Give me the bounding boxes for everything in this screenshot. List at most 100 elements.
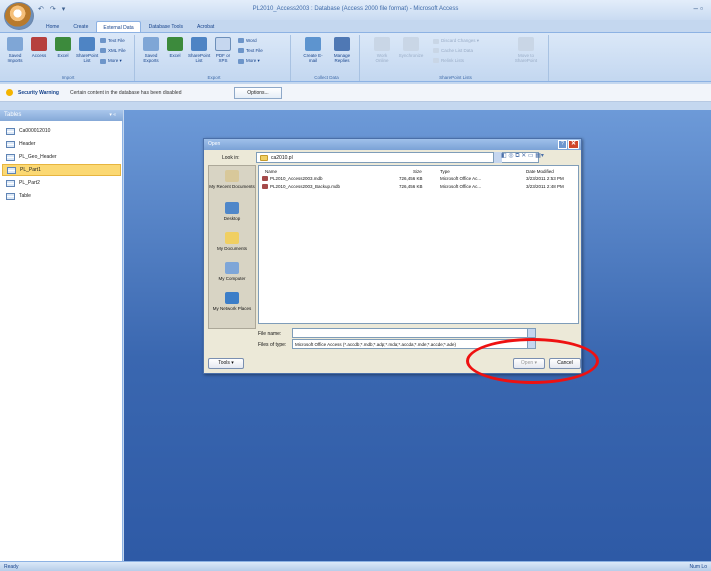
dialog-title-bar[interactable]: Open ? ✕ bbox=[204, 139, 581, 150]
security-warning-bar: Security Warning Certain content in the … bbox=[0, 84, 711, 102]
dialog-title: Open bbox=[208, 141, 221, 147]
ribbon: Saved Imports Access Excel SharePoint Li… bbox=[0, 32, 711, 82]
text-file-icon bbox=[238, 48, 244, 53]
file-row[interactable]: PL2010_Access2003.mdb 726,456 KB Microso… bbox=[259, 176, 577, 183]
saved-imports-button[interactable]: Saved Imports bbox=[4, 37, 26, 63]
relink-icon bbox=[433, 58, 439, 63]
nav-item-ca000012010[interactable]: Ca000012010 bbox=[2, 125, 121, 137]
cache-list-data-button[interactable]: Cache List Data bbox=[433, 48, 473, 53]
discard-changes-button[interactable]: Discard Changes ▾ bbox=[433, 38, 479, 44]
email-icon bbox=[305, 37, 321, 51]
place-my-network-places[interactable]: My Network Places bbox=[209, 292, 255, 311]
column-header-type[interactable]: Type bbox=[440, 169, 450, 174]
nav-pane-title: Tables bbox=[4, 112, 22, 118]
nav-item-table[interactable]: Table bbox=[2, 190, 121, 202]
move-to-sharepoint-button[interactable]: Move to SharePoint bbox=[509, 37, 543, 63]
help-icon[interactable]: ? bbox=[558, 140, 567, 149]
column-header-date-modified[interactable]: Date Modified bbox=[526, 169, 554, 174]
nav-item-pl-geo-header[interactable]: PL_Geo_Header bbox=[2, 151, 121, 163]
navigation-pane: Tables ▾ « Ca000012010 Header PL_Geo_Hea… bbox=[0, 110, 123, 561]
manage-replies-button[interactable]: Manage Replies bbox=[328, 37, 356, 63]
nav-item-pl-part2[interactable]: PL_Part2 bbox=[2, 177, 121, 189]
file-row[interactable]: PL2010_Access2003_Backup.mdb 726,456 KB … bbox=[259, 184, 577, 191]
export-sharepoint-list-button[interactable]: SharePoint List bbox=[188, 37, 210, 63]
place-my-documents[interactable]: My Documents bbox=[209, 232, 255, 251]
export-group-label: Export bbox=[207, 75, 221, 80]
import-sharepoint-list-button[interactable]: SharePoint List bbox=[76, 37, 98, 63]
move-to-sharepoint-icon bbox=[518, 37, 534, 51]
column-header-name[interactable]: Name bbox=[265, 169, 277, 174]
text-file-icon bbox=[100, 38, 106, 43]
export-more-button[interactable]: More ▾ bbox=[238, 58, 260, 64]
table-icon bbox=[6, 179, 15, 187]
look-in-label: Look in: bbox=[222, 155, 240, 161]
synchronize-button[interactable]: Synchronize bbox=[397, 37, 425, 58]
column-header-size[interactable]: Size bbox=[413, 169, 422, 174]
num-lock-indicator: Num Lo bbox=[689, 564, 707, 570]
export-text-file-button[interactable]: Text File bbox=[238, 48, 263, 53]
nav-item-pl-part1[interactable]: PL_Part1 bbox=[2, 164, 121, 176]
relink-lists-button[interactable]: Relink Lists bbox=[433, 58, 464, 63]
red-annotation-ellipse bbox=[466, 338, 599, 384]
cache-icon bbox=[433, 48, 439, 53]
work-online-button[interactable]: Work Online bbox=[371, 37, 393, 63]
dialog-toolbar-icons[interactable]: ◧ ◎ ⧉ ✕ ▭ ▦▾ bbox=[501, 152, 544, 160]
synchronize-icon bbox=[403, 37, 419, 51]
place-my-computer[interactable]: My Computer bbox=[209, 262, 255, 281]
security-warning-title: Security Warning bbox=[18, 90, 59, 96]
undo-icon[interactable]: ↶ bbox=[38, 5, 44, 13]
import-excel-button[interactable]: Excel bbox=[52, 37, 74, 58]
sharepoint-lists-group: Work Online Synchronize Discard Changes … bbox=[363, 35, 549, 81]
table-icon bbox=[7, 166, 16, 174]
nav-item-header[interactable]: Header bbox=[2, 138, 121, 150]
redo-icon[interactable]: ↷ bbox=[50, 5, 56, 13]
export-word-button[interactable]: Word bbox=[238, 38, 257, 43]
collect-data-group-label: Collect Data bbox=[314, 75, 339, 80]
options-button[interactable]: Options... bbox=[234, 87, 282, 99]
file-list: Name Size Type Date Modified PL2010_Acce… bbox=[258, 165, 579, 324]
file-name-dropdown-icon[interactable] bbox=[527, 328, 536, 338]
file-name-label: File name: bbox=[258, 331, 282, 337]
access-icon bbox=[31, 37, 47, 51]
network-icon bbox=[225, 292, 239, 304]
import-text-file-button[interactable]: Text File bbox=[100, 38, 125, 43]
import-xml-file-button[interactable]: XML File bbox=[100, 48, 126, 53]
table-icon bbox=[6, 127, 15, 135]
discard-icon bbox=[433, 38, 439, 44]
work-online-icon bbox=[374, 37, 390, 51]
place-my-recent-documents[interactable]: My Recent Documents bbox=[209, 170, 255, 189]
office-button[interactable] bbox=[4, 2, 34, 30]
nav-pane-collapse-icon[interactable]: ▾ « bbox=[109, 112, 116, 118]
window-title: PL2010_Access2003 : Database (Access 200… bbox=[252, 6, 459, 12]
tools-button[interactable]: Tools ▾ bbox=[208, 358, 244, 369]
import-more-button[interactable]: More ▾ bbox=[100, 58, 122, 64]
file-type-label: Files of type: bbox=[258, 342, 287, 348]
manage-replies-icon bbox=[334, 37, 350, 51]
sharepoint-lists-group-label: SharePoint Lists bbox=[439, 75, 472, 80]
window-controls[interactable]: – ▫ bbox=[693, 4, 703, 13]
status-text: Ready bbox=[4, 564, 19, 570]
place-desktop[interactable]: Desktop bbox=[209, 202, 255, 221]
table-icon bbox=[6, 140, 15, 148]
saved-imports-icon bbox=[7, 37, 23, 51]
more-icon bbox=[100, 58, 106, 64]
access-database-icon bbox=[262, 184, 268, 190]
title-bar: PL2010_Access2003 : Database (Access 200… bbox=[0, 0, 711, 20]
status-bar: Ready Num Lo bbox=[0, 561, 711, 571]
collect-data-group: Create E-mail Manage Replies Collect Dat… bbox=[294, 35, 360, 81]
more-icon bbox=[238, 58, 244, 64]
export-pdf-xps-button[interactable]: PDF or XPS bbox=[212, 37, 234, 63]
places-bar: My Recent Documents Desktop My Documents… bbox=[208, 165, 256, 329]
nav-pane-header[interactable]: Tables bbox=[0, 110, 123, 121]
file-name-input[interactable] bbox=[292, 328, 529, 338]
close-icon[interactable]: ✕ bbox=[568, 140, 579, 149]
recent-icon bbox=[225, 170, 239, 182]
import-group-label: Import bbox=[61, 75, 75, 80]
export-excel-button[interactable]: Excel bbox=[164, 37, 186, 58]
my-computer-icon bbox=[225, 262, 239, 274]
excel-icon bbox=[167, 37, 183, 51]
import-access-button[interactable]: Access bbox=[28, 37, 50, 58]
saved-exports-button[interactable]: Saved Exports bbox=[140, 37, 162, 63]
customize-qat-icon[interactable]: ▾ bbox=[62, 5, 66, 13]
create-email-button[interactable]: Create E-mail bbox=[300, 37, 326, 63]
